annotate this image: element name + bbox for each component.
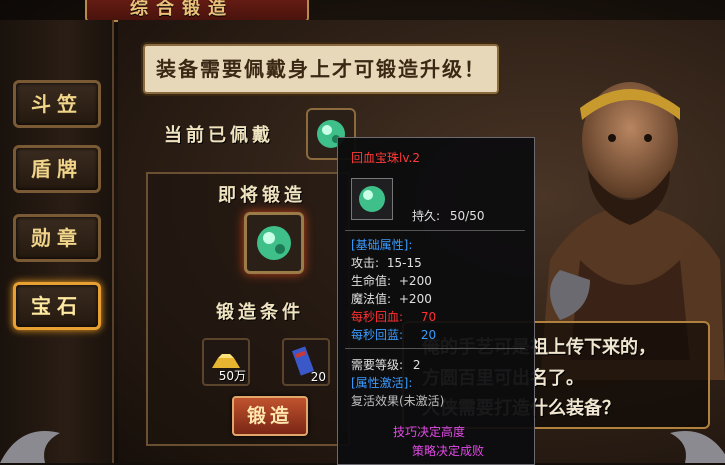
forge-button[interactable]: 锻造 <box>232 396 308 436</box>
menu-item-hat[interactable]: 斗笠 <box>13 80 101 128</box>
tooltip-req-level: 需要等级: 2 <box>351 356 421 373</box>
attack-label: 攻击: <box>351 256 380 270</box>
tooltip-revive-effect: 复活效果(未激活) <box>351 394 445 408</box>
req-level-label: 需要等级: <box>351 358 404 372</box>
durability-value: 50/50 <box>449 209 485 223</box>
tooltip-footer-2: 策略决定成败 <box>412 444 485 458</box>
tooltip-footer-1: 技巧决定高度 <box>393 425 466 439</box>
tooltip-mp: 魔法值: +200 <box>351 290 432 307</box>
menu-item-shield[interactable]: 盾牌 <box>13 145 101 193</box>
tooltip-durability: 持久: 50/50 <box>412 207 484 224</box>
durability-label: 持久: <box>412 209 441 223</box>
hp-regen-label: 每秒回血: <box>351 310 404 324</box>
forge-conditions-label: 锻造条件 <box>216 302 304 323</box>
material-slot-scroll[interactable]: 20 <box>282 338 330 386</box>
tooltip-base-header: [基础属性]: <box>351 238 413 252</box>
tooltip-activate-header: [属性激活]: <box>351 376 413 390</box>
tooltip-attack: 攻击: 15-15 <box>351 254 422 271</box>
req-level-value: 2 <box>412 358 421 372</box>
hp-regen-value: 70 <box>420 310 437 324</box>
tooltip-mp-regen: 每秒回蓝: 20 <box>351 326 436 343</box>
menu-item-gem[interactable]: 宝石 <box>13 282 101 330</box>
mp-value: +200 <box>398 292 432 306</box>
dragon-ornament-icon <box>0 431 60 463</box>
notice-banner: 装备需要佩戴身上才可锻造升级！ <box>143 44 499 94</box>
dragon-ornament-icon <box>670 431 725 463</box>
upcoming-forge-label: 即将锻造 <box>218 185 306 206</box>
green-gem-icon <box>257 226 291 260</box>
menu-item-medal[interactable]: 勋章 <box>13 214 101 262</box>
mp-label: 魔法值: <box>351 292 392 306</box>
green-gem-icon <box>359 186 385 212</box>
mp-regen-value: 20 <box>420 328 437 342</box>
material-slot-gold[interactable]: 50万 <box>202 338 250 386</box>
material-count: 50万 <box>218 369 246 383</box>
tooltip-divider <box>345 230 525 231</box>
attack-value: 15-15 <box>386 256 422 270</box>
tooltip-item-name: 回血宝珠lv.2 <box>351 151 420 165</box>
tooltip-item-icon-slot <box>351 178 393 220</box>
material-count: 20 <box>310 370 326 384</box>
mp-regen-label: 每秒回蓝: <box>351 328 404 342</box>
tooltip-hp-regen: 每秒回血: 70 <box>351 308 436 325</box>
forge-window: 综合锻造 斗笠 盾牌 勋章 宝石 装备需要佩戴身上才可锻造升级！ 当前已佩戴 即… <box>0 0 725 465</box>
hp-value: +200 <box>398 274 432 288</box>
hp-label: 生命值: <box>351 274 392 288</box>
notice-text: 装备需要佩戴身上才可锻造升级！ <box>156 57 486 81</box>
tooltip-divider <box>345 348 525 349</box>
equipped-label: 当前已佩戴 <box>164 125 274 146</box>
upcoming-item-slot[interactable] <box>244 212 304 274</box>
window-title: 综合锻造 <box>130 0 234 19</box>
tooltip-hp: 生命值: +200 <box>351 272 432 289</box>
